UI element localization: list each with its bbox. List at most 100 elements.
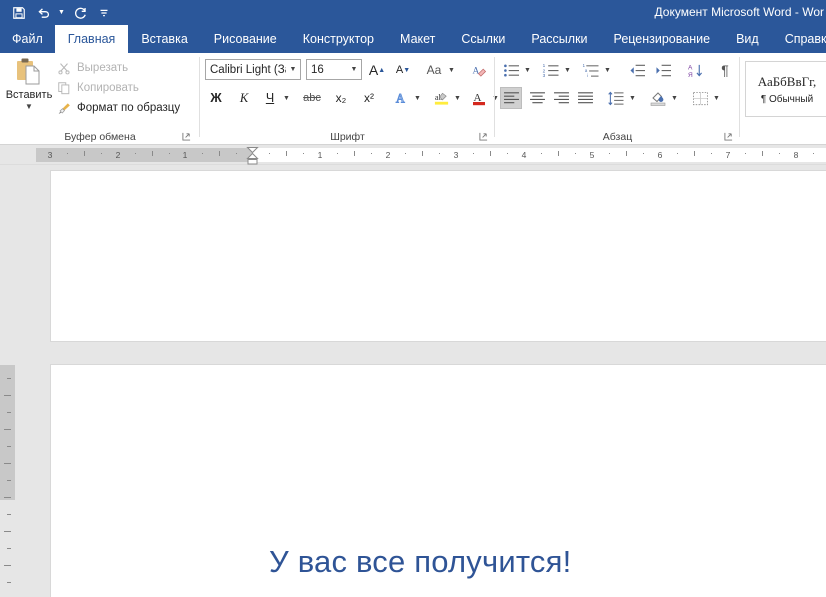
copy-label: Копировать (77, 82, 139, 94)
chevron-down-icon[interactable]: ▼ (347, 66, 361, 73)
scissors-icon (54, 59, 74, 77)
borders-dropdown-icon[interactable]: ▼ (711, 87, 722, 109)
vertical-ruler[interactable] (0, 165, 826, 597)
ruler-label-5: 5 (589, 150, 595, 160)
format-painter-button[interactable]: Формат по образцу (54, 98, 180, 118)
paragraph-dialog-launcher[interactable] (722, 130, 734, 142)
tab-draw[interactable]: Рисование (201, 25, 290, 53)
show-formatting-marks-button[interactable]: ¶ (714, 59, 736, 81)
svg-text:A: A (472, 66, 479, 76)
document-canvas[interactable]: У вас все получится! (17, 166, 826, 597)
highlight-dropdown-icon[interactable]: ▼ (452, 87, 463, 109)
tab-file[interactable]: Файл (0, 25, 55, 53)
document-body-text[interactable]: У вас все получится! (269, 544, 729, 580)
style-normal[interactable]: АаБбВвГг, ¶ Обычный (745, 61, 826, 117)
text-effects-button[interactable]: A (390, 87, 412, 109)
clear-formatting-button[interactable]: A (468, 59, 490, 81)
ruler-text-area (252, 148, 826, 162)
horizontal-ruler[interactable]: 3 2 1 1 2 3 4 5 6 7 8 (0, 145, 826, 165)
tab-view[interactable]: Вид (723, 25, 772, 53)
decrease-indent-button[interactable] (626, 59, 648, 81)
save-icon[interactable] (8, 2, 30, 24)
paste-dropdown-icon[interactable]: ▼ (25, 102, 33, 111)
document-page-1[interactable] (50, 170, 826, 342)
undo-icon[interactable] (32, 2, 54, 24)
redo-icon[interactable] (69, 2, 91, 24)
line-spacing-dropdown-icon[interactable]: ▼ (627, 87, 638, 109)
font-color-button[interactable]: A (468, 87, 490, 109)
change-case-dropdown-icon[interactable]: ▼ (446, 59, 457, 81)
subscript-button[interactable]: x₂ (329, 87, 353, 109)
ruler-label-7: 7 (725, 150, 731, 160)
tab-layout[interactable]: Макет (387, 25, 448, 53)
ruler-label-left-2: 2 (115, 150, 121, 160)
tab-design[interactable]: Конструктор (290, 25, 387, 53)
align-left-button[interactable] (500, 87, 522, 109)
increase-indent-button[interactable] (652, 59, 674, 81)
style-sample-text: АаБбВвГг, (757, 73, 817, 89)
ruler-label-6: 6 (657, 150, 663, 160)
svg-text:A: A (688, 64, 693, 71)
superscript-label: x² (364, 91, 374, 105)
tab-help[interactable]: Справка (772, 25, 826, 53)
grow-font-button[interactable]: A ▲ (366, 59, 388, 81)
tab-mailings[interactable]: Рассылки (518, 25, 600, 53)
bulleted-list-button[interactable] (500, 59, 522, 81)
ruler-label-left-3: 3 (47, 150, 53, 160)
underline-dropdown-icon[interactable]: ▼ (281, 87, 292, 109)
paste-icon (14, 57, 44, 88)
bold-label: Ж (210, 91, 222, 105)
document-page-2[interactable]: У вас все получится! (50, 364, 826, 597)
text-highlight-button[interactable]: ab (430, 87, 452, 109)
ruler-label-2: 2 (385, 150, 391, 160)
indent-markers[interactable] (246, 145, 259, 165)
tab-home[interactable]: Главная (54, 25, 129, 53)
paste-button[interactable]: Вставить ▼ (6, 56, 52, 118)
numbered-list-button[interactable]: 123 (540, 59, 562, 81)
bulleted-list-dropdown-icon[interactable]: ▼ (522, 59, 533, 81)
underline-label: Ч (265, 91, 275, 105)
clipboard-dialog-launcher[interactable] (180, 130, 192, 142)
justify-button[interactable] (574, 87, 596, 109)
shrink-font-button[interactable]: A ▼ (392, 59, 414, 81)
tab-review[interactable]: Рецензирование (601, 25, 724, 53)
ruler-label-8: 8 (793, 150, 799, 160)
text-effects-dropdown-icon[interactable]: ▼ (412, 87, 423, 109)
multilevel-list-dropdown-icon[interactable]: ▼ (602, 59, 613, 81)
underline-button[interactable]: Ч (259, 87, 281, 109)
superscript-button[interactable]: x² (357, 87, 381, 109)
strikethrough-button[interactable]: abc (299, 87, 325, 109)
change-case-button[interactable]: Aa (422, 59, 446, 81)
line-spacing-button[interactable] (605, 87, 627, 109)
cut-button[interactable]: Вырезать (54, 58, 128, 78)
strikethrough-label: abc (303, 92, 321, 104)
chevron-down-icon[interactable]: ▼ (286, 66, 300, 73)
italic-label: К (239, 90, 249, 105)
customize-qat-icon[interactable] (93, 2, 115, 24)
copy-button[interactable]: Копировать (54, 78, 139, 98)
paste-label: Вставить (5, 89, 53, 101)
font-name-value: Calibri Light (За (210, 63, 286, 76)
undo-dropdown-icon[interactable]: ▼ (56, 2, 67, 24)
font-color-icon: A (471, 90, 487, 106)
font-size-combo[interactable]: 16 ▼ (306, 59, 362, 80)
font-name-combo[interactable]: Calibri Light (За ▼ (205, 59, 301, 80)
tab-insert[interactable]: Вставка (128, 25, 200, 53)
borders-button[interactable] (689, 87, 711, 109)
svg-text:A: A (395, 92, 404, 106)
bold-button[interactable]: Ж (205, 87, 227, 109)
svg-text:i: i (587, 73, 588, 78)
sort-button[interactable]: AЯ (684, 59, 706, 81)
highlighter-icon: ab (433, 90, 450, 106)
tab-references[interactable]: Ссылки (448, 25, 518, 53)
numbered-list-dropdown-icon[interactable]: ▼ (562, 59, 573, 81)
multilevel-list-button[interactable]: 1ai (580, 59, 602, 81)
font-dialog-launcher[interactable] (477, 130, 489, 142)
cut-label: Вырезать (77, 62, 129, 74)
window-title: Документ Microsoft Word - Wor (654, 5, 824, 19)
align-center-button[interactable] (526, 87, 548, 109)
italic-button[interactable]: К (233, 87, 255, 109)
align-right-button[interactable] (550, 87, 572, 109)
shading-dropdown-icon[interactable]: ▼ (669, 87, 680, 109)
shading-button[interactable] (647, 87, 669, 109)
